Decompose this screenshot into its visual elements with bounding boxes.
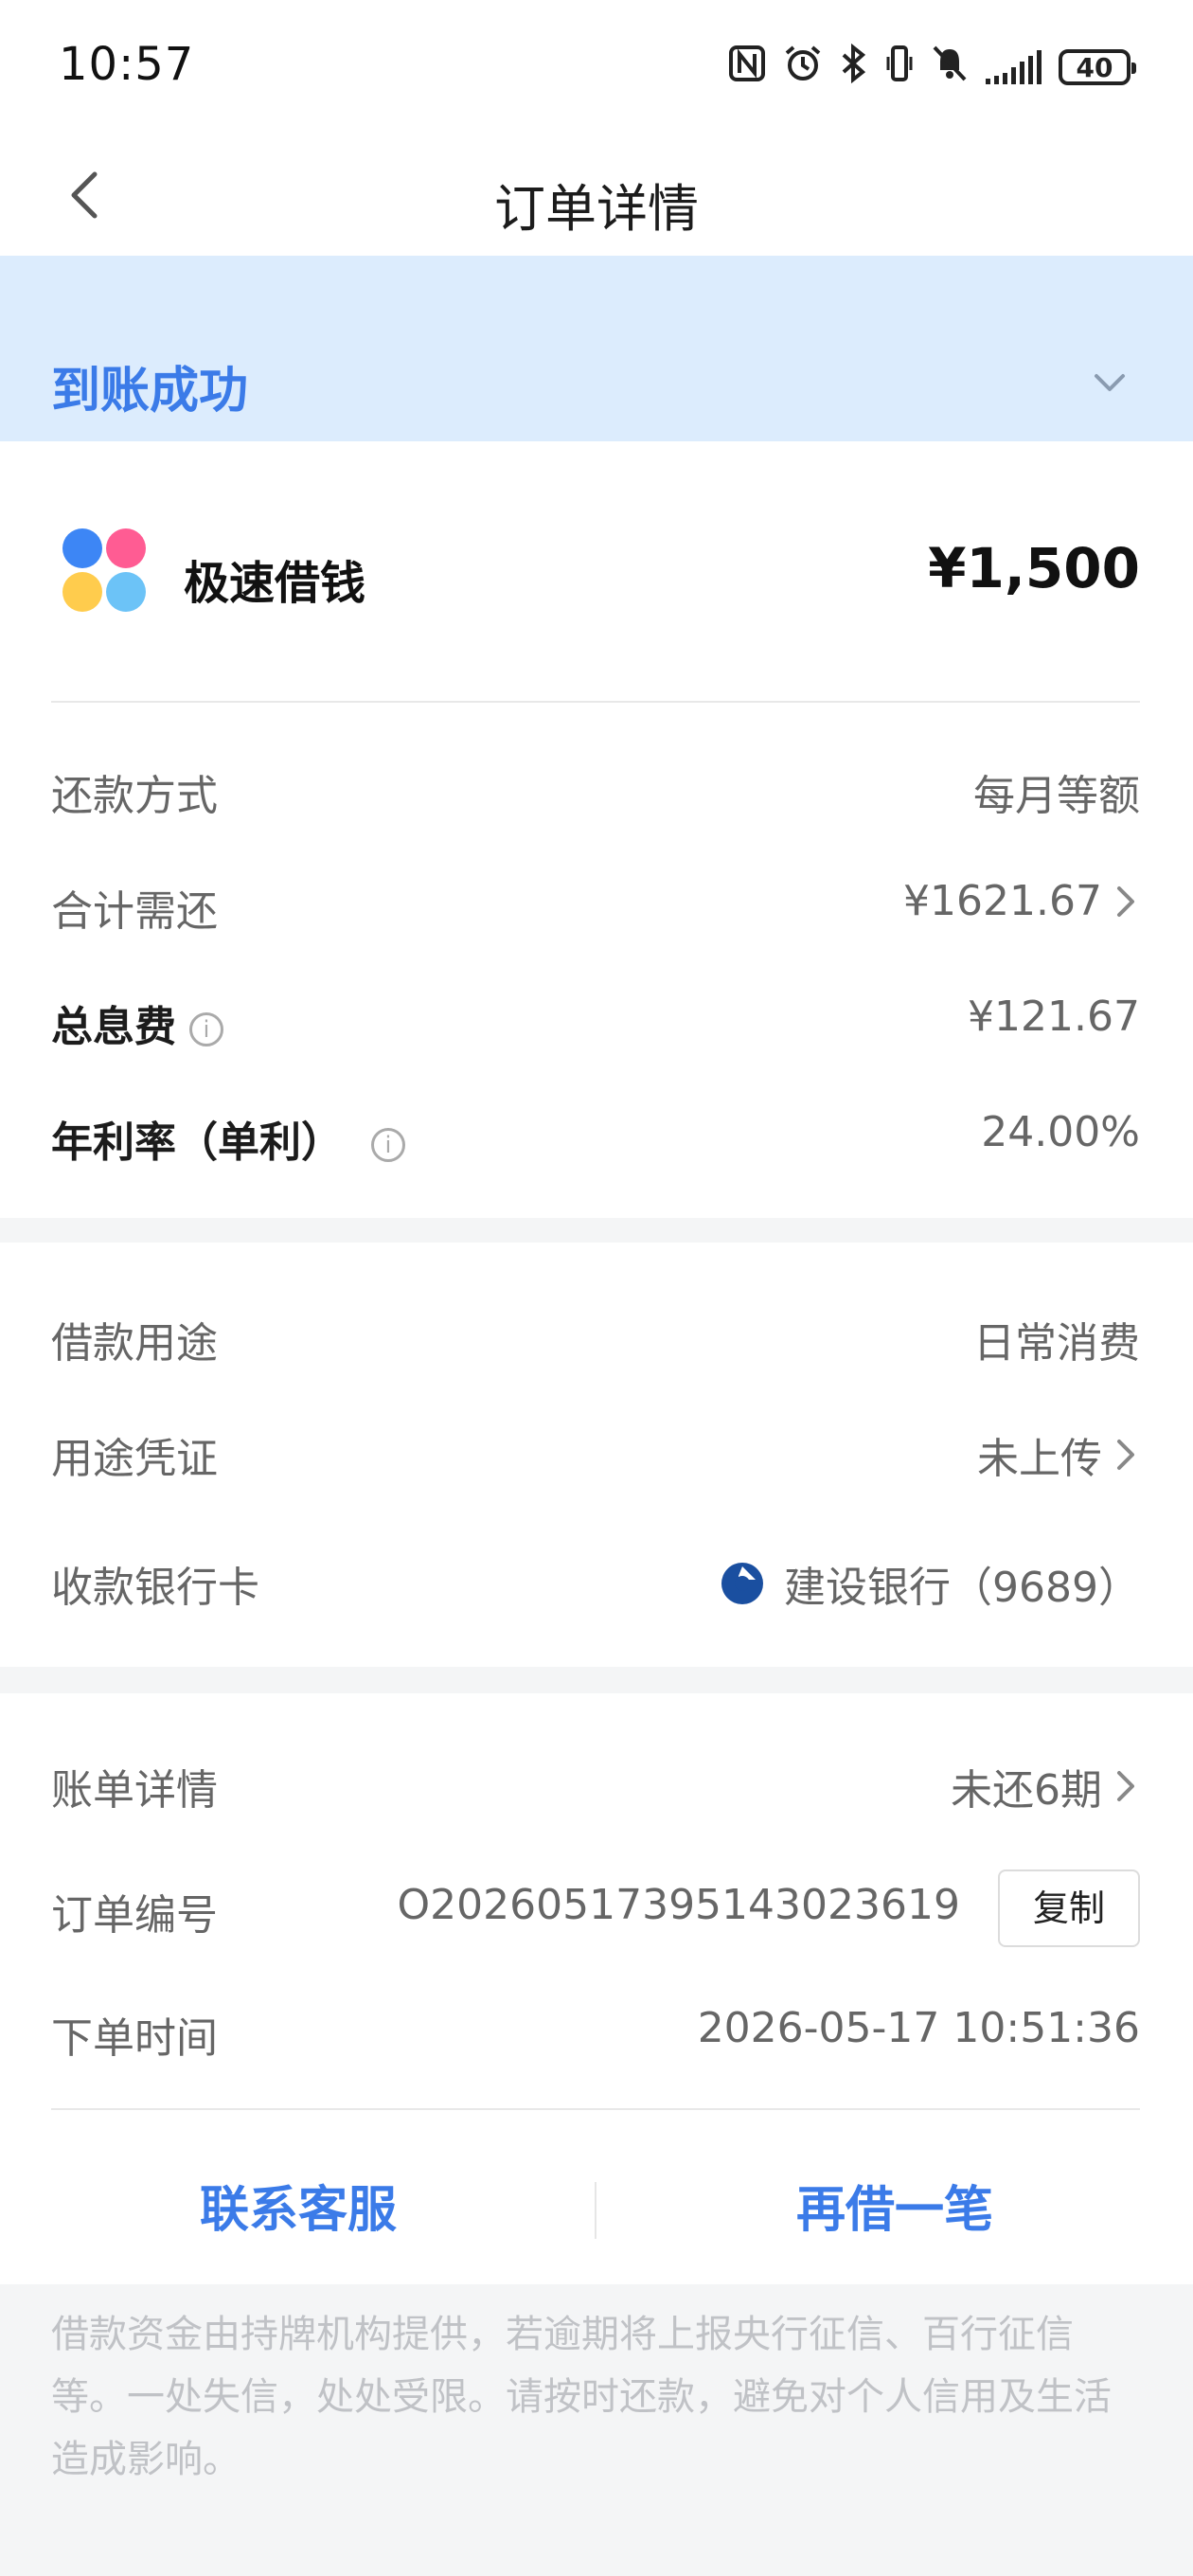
bank-card-value: 建设银行（9689） xyxy=(720,1553,1140,1614)
annual-rate-row: 年利率（单利） i 24.00% xyxy=(51,1100,1140,1167)
product-row: 极速借钱 ¥1,500 xyxy=(51,527,1140,631)
info-icon[interactable]: i xyxy=(371,1128,405,1162)
order-time-text: 2026-05-17 10:51:36 xyxy=(697,2004,1140,2052)
purpose-proof-value[interactable]: 未上传 xyxy=(977,1424,1140,1485)
annual-rate-label: 年利率（单利） i xyxy=(51,1108,405,1169)
chevron-right-icon xyxy=(1117,886,1134,917)
purpose-row: 借款用途 日常消费 xyxy=(51,1301,1140,1368)
status-bar: 10:57 40 xyxy=(0,0,1193,133)
total-interest-label-text: 总息费 xyxy=(51,1003,176,1051)
total-repay-text: ¥1621.67 xyxy=(903,877,1102,925)
total-repay-value[interactable]: ¥1621.67 xyxy=(903,877,1140,925)
order-info-card: 账单详情 未还6期 订单编号 O20260517395143023619 复制 … xyxy=(0,1693,1193,2284)
status-icons: 40 xyxy=(728,43,1136,92)
total-interest-row: 总息费 i ¥121.67 xyxy=(51,985,1140,1051)
annual-rate-value: 24.00% xyxy=(981,1108,1140,1156)
chevron-right-icon xyxy=(1117,1771,1134,1801)
borrow-again-button[interactable]: 再借一笔 xyxy=(596,2154,1193,2267)
order-time-value: 2026-05-17 10:51:36 xyxy=(698,2004,1140,2052)
annual-rate-label-text: 年利率（单利） xyxy=(51,1118,343,1167)
mute-icon xyxy=(931,44,969,92)
repay-method-label: 还款方式 xyxy=(51,772,218,820)
total-interest-text: ¥121.67 xyxy=(968,993,1140,1041)
status-banner-title: 到账成功 xyxy=(51,363,249,420)
order-number-value: O20260517395143023619 xyxy=(397,1881,960,1929)
total-interest-value: ¥121.67 xyxy=(968,993,1140,1041)
bill-detail-text: 未还6期 xyxy=(951,1766,1102,1815)
bank-card-text: 建设银行（9689） xyxy=(784,1564,1140,1612)
repay-method-row: 还款方式 每月等额 xyxy=(51,754,1140,820)
purpose-label: 借款用途 xyxy=(51,1319,218,1368)
copy-button[interactable]: 复制 xyxy=(998,1869,1140,1947)
order-time-row: 下单时间 2026-05-17 10:51:36 xyxy=(51,1996,1140,2063)
product-name: 极速借钱 xyxy=(184,557,366,610)
chevron-down-icon[interactable] xyxy=(1089,362,1131,403)
status-time: 10:57 xyxy=(59,38,195,91)
total-interest-label: 总息费 i xyxy=(51,993,223,1053)
divider xyxy=(51,2108,1140,2110)
bill-detail-value[interactable]: 未还6期 xyxy=(951,1756,1140,1816)
purpose-proof-label: 用途凭证 xyxy=(51,1435,218,1483)
loan-terms-card: 极速借钱 ¥1,500 还款方式 每月等额 合计需还 ¥1621.67 总息费 i… xyxy=(0,441,1193,1218)
purpose-proof-row[interactable]: 用途凭证 未上传 xyxy=(51,1417,1140,1483)
nfc-icon xyxy=(728,45,766,91)
status-banner[interactable]: 到账成功 xyxy=(0,256,1193,441)
repay-method-text: 每月等额 xyxy=(973,772,1140,820)
order-number-row: 订单编号 O20260517395143023619 复制 xyxy=(51,1869,1140,1947)
action-bar: 联系客服 再借一笔 xyxy=(0,2154,1193,2267)
signal-icon xyxy=(986,50,1042,84)
alarm-icon xyxy=(783,44,823,92)
total-repay-label: 合计需还 xyxy=(51,887,218,936)
bill-detail-label: 账单详情 xyxy=(51,1766,218,1815)
product-logo-icon xyxy=(61,527,151,617)
bank-card-label: 收款银行卡 xyxy=(51,1564,259,1612)
bill-detail-row[interactable]: 账单详情 未还6期 xyxy=(51,1748,1140,1815)
purpose-proof-text: 未上传 xyxy=(977,1435,1102,1483)
bank-card-row: 收款银行卡 建设银行（9689） xyxy=(51,1546,1140,1612)
annual-rate-text: 24.00% xyxy=(981,1108,1140,1156)
contact-service-button[interactable]: 联系客服 xyxy=(0,2154,596,2267)
total-repay-row[interactable]: 合计需还 ¥1621.67 xyxy=(51,869,1140,936)
bank-logo-icon xyxy=(721,1563,764,1604)
loan-info-card: 借款用途 日常消费 用途凭证 未上传 收款银行卡 建设银行（9689） xyxy=(0,1243,1193,1667)
divider xyxy=(51,701,1140,703)
order-detail-page: 10:57 40 订单详情 到账成功 极速借钱 ¥1,500 还款方式 每月等额… xyxy=(0,0,1193,2576)
page-title: 订单详情 xyxy=(494,179,699,239)
order-time-label: 下单时间 xyxy=(51,2014,218,2063)
nav-bar: 订单详情 xyxy=(0,133,1193,256)
bluetooth-icon xyxy=(840,43,868,92)
order-number-label: 订单编号 xyxy=(51,1891,218,1940)
vibrate-icon xyxy=(885,44,914,92)
repay-method-value: 每月等额 xyxy=(973,761,1140,822)
battery-icon: 40 xyxy=(1059,49,1136,85)
purpose-value: 日常消费 xyxy=(973,1309,1140,1369)
loan-amount: ¥1,500 xyxy=(928,536,1140,600)
purpose-text: 日常消费 xyxy=(973,1319,1140,1368)
info-icon[interactable]: i xyxy=(189,1012,223,1046)
disclaimer-text: 借款资金由持牌机构提供，若逾期将上报央行征信、百行征信等。一处失信，处处受限。请… xyxy=(51,2313,1112,2481)
chevron-right-icon xyxy=(1117,1440,1134,1470)
